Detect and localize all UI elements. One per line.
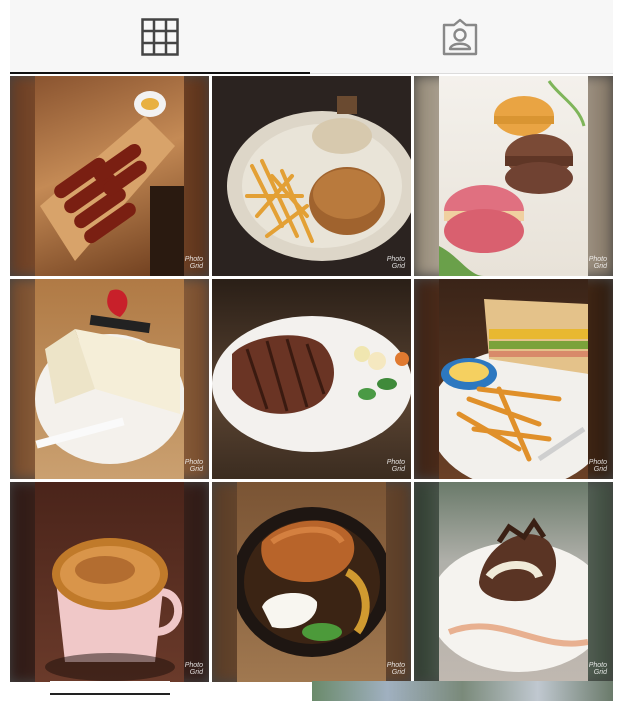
chicken-curry-image: [237, 507, 386, 657]
tab-tagged[interactable]: [310, 0, 610, 74]
tab-divider: [310, 73, 613, 74]
chocolate-dessert-image: [439, 517, 588, 672]
partial-post-right[interactable]: [312, 681, 613, 701]
steak-image: [212, 316, 411, 452]
photo-grid-watermark: Photo Grid: [588, 459, 607, 473]
photo-grid-watermark: Photo Grid: [588, 256, 607, 270]
photo-grid-watermark: Photo Grid: [184, 459, 203, 473]
macarons-image: [439, 80, 586, 276]
post-steak[interactable]: Photo Grid: [212, 279, 411, 479]
post-club-sandwich[interactable]: Photo Grid: [414, 279, 613, 479]
burger-fries-image: [227, 96, 411, 261]
post-strawberry-cake[interactable]: Photo Grid: [10, 279, 209, 479]
post-chicken-curry[interactable]: Photo Grid: [212, 482, 411, 682]
photo-grid-watermark: Photo Grid: [386, 459, 405, 473]
post-creme-brulee-latte[interactable]: Photo Grid: [10, 482, 209, 682]
photo-grid-watermark: Photo Grid: [386, 662, 405, 676]
photo-grid-watermark: Photo Grid: [386, 256, 405, 270]
tab-grid[interactable]: [10, 0, 310, 74]
active-tab-indicator: [10, 72, 310, 74]
photo-grid-watermark: Photo Grid: [184, 662, 203, 676]
creme-brulee-latte-image: [45, 538, 183, 681]
sausages-image: [40, 91, 184, 276]
club-sandwich-image: [439, 299, 588, 479]
photo-grid-watermark: Photo Grid: [184, 256, 203, 270]
post-macarons[interactable]: Photo Grid: [414, 76, 613, 276]
tagged-person-icon: [442, 18, 478, 56]
grid-icon: [141, 18, 179, 56]
photo-grid: Photo Grid Photo Grid Photo Grid Photo G…: [10, 76, 613, 701]
profile-tab-bar: [10, 0, 613, 74]
photo-grid-watermark: Photo Grid: [588, 662, 607, 676]
partial-post-left[interactable]: [50, 681, 170, 701]
post-burger-fries[interactable]: Photo Grid: [212, 76, 411, 276]
strawberry-cake-image: [35, 289, 184, 464]
post-sausages[interactable]: Photo Grid: [10, 76, 209, 276]
post-chocolate-dessert[interactable]: Photo Grid: [414, 482, 613, 682]
